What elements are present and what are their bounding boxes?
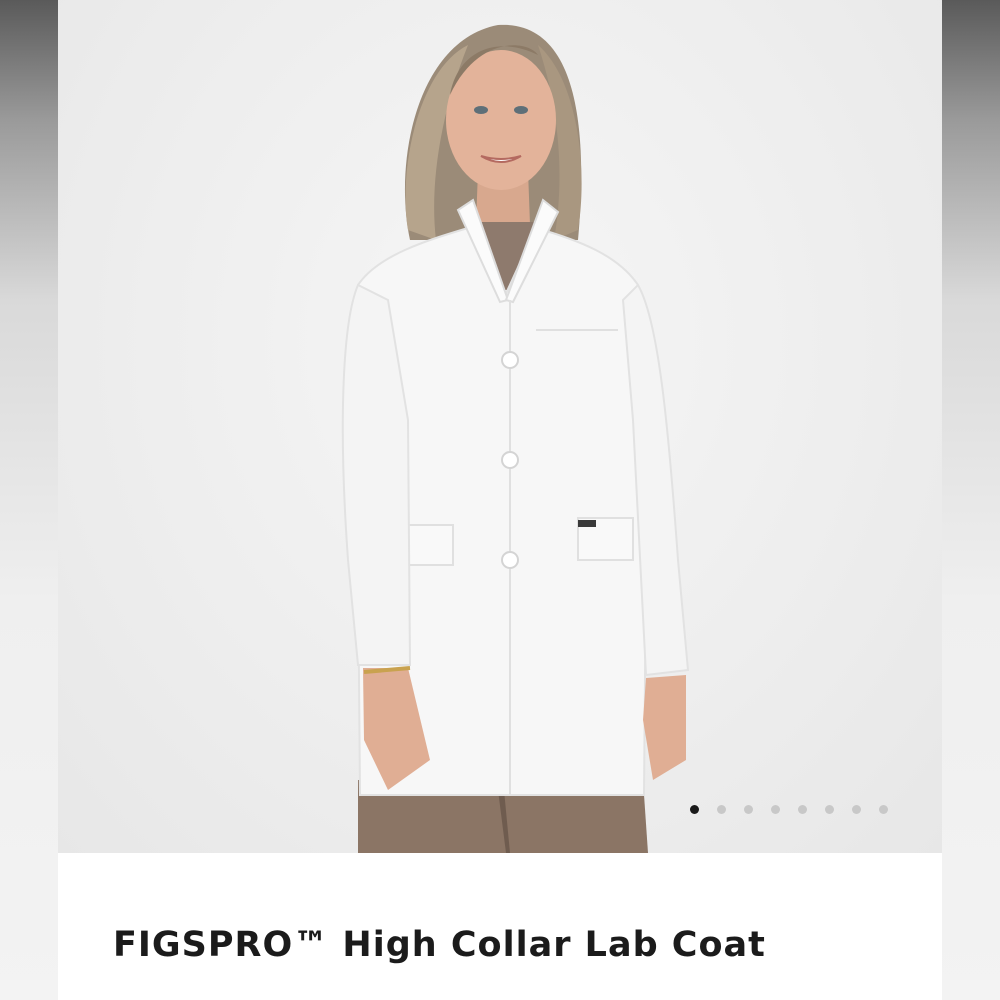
left-blur-bar [0, 0, 58, 1000]
product-info: FIGSPRO™ High Collar Lab Coat [58, 853, 942, 1000]
product-title: FIGSPRO™ High Collar Lab Coat [113, 925, 766, 965]
product-photo [341, 24, 690, 853]
carousel-dot-1[interactable] [690, 805, 699, 814]
carousel-dot-2[interactable] [717, 805, 726, 814]
carousel-dot-3[interactable] [744, 805, 753, 814]
product-image-gallery[interactable] [58, 0, 942, 853]
carousel-dot-8[interactable] [879, 805, 888, 814]
screenshot-frame: FIGSPRO™ High Collar Lab Coat [0, 0, 1000, 1000]
product-page: FIGSPRO™ High Collar Lab Coat [58, 0, 942, 1000]
carousel-dot-4[interactable] [771, 805, 780, 814]
right-blur-bar [942, 0, 1000, 1000]
carousel-dot-5[interactable] [798, 805, 807, 814]
carousel-dots [690, 805, 888, 814]
carousel-dot-6[interactable] [825, 805, 834, 814]
carousel-dot-7[interactable] [852, 805, 861, 814]
